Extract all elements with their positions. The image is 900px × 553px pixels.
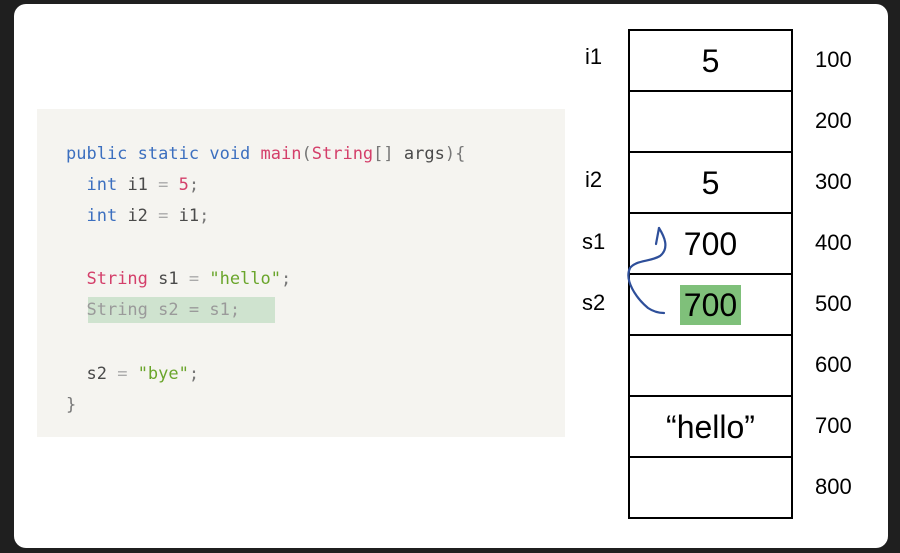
- memory-cell: “hello”: [630, 397, 791, 458]
- address-label: 700: [815, 413, 852, 438]
- address-label: 400: [815, 230, 852, 255]
- memory-table: 5 5 700 700 “hello”: [628, 29, 793, 519]
- memory-cell: 5: [630, 153, 791, 214]
- memory-cell: 700: [630, 214, 791, 275]
- code-block: public static void main(String[] args){ …: [66, 142, 465, 415]
- variable-label: s2: [582, 290, 606, 315]
- address-label: 500: [815, 291, 852, 316]
- memory-cell: [630, 336, 791, 397]
- address-label: 600: [815, 352, 852, 377]
- memory-cell: 700: [630, 275, 791, 336]
- address-label: 200: [815, 108, 852, 133]
- variable-label: s1: [582, 229, 606, 254]
- code-line-3: int i2 = i1;: [86, 206, 210, 226]
- code-line-6: s2 = "bye";: [86, 364, 200, 384]
- memory-cell: 5: [630, 31, 791, 92]
- highlighted-value: 700: [679, 284, 742, 325]
- code-line-2: int i1 = 5;: [86, 175, 200, 195]
- code-line-4: String s1 = "hello";: [86, 269, 292, 289]
- memory-cell: [630, 458, 791, 519]
- code-line-5: String s2 = s1;: [86, 300, 241, 320]
- memory-cell: [630, 92, 791, 153]
- code-line-7: }: [66, 395, 77, 415]
- address-label: 100: [815, 47, 852, 72]
- variable-label: i2: [585, 167, 603, 192]
- address-label: 800: [815, 474, 852, 499]
- variable-label: i1: [585, 44, 603, 69]
- code-line-1: public static void main(String[] args){: [66, 144, 466, 164]
- address-label: 300: [815, 169, 852, 194]
